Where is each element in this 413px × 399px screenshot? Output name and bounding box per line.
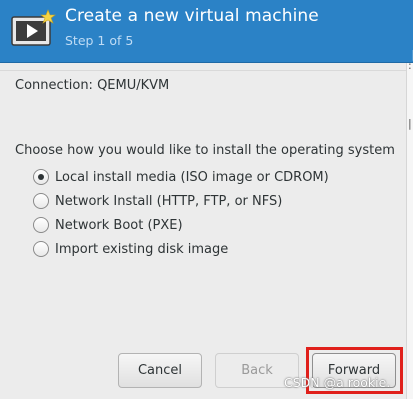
radio-label: Network Boot (PXE) [55,217,183,233]
radio-button[interactable] [33,193,49,209]
wizard-header: Create a new virtual machine Step 1 of 5… [0,0,413,63]
radio-selected-dot [38,174,44,180]
radio-label: Network Install (HTTP, FTP, or NFS) [55,193,283,209]
step-indicator: Step 1 of 5 [65,33,134,48]
connection-label: Connection: QEMU/KVM [15,78,170,93]
radio-button[interactable] [33,169,49,185]
edge-glyph: : [408,59,412,72]
radio-network-install[interactable]: Network Install (HTTP, FTP, or NFS) [33,191,282,211]
wizard-title: Create a new virtual machine [65,6,319,26]
radio-import-disk-image[interactable]: Import existing disk image [33,239,228,259]
radio-local-install-media[interactable]: Local install media (ISO image or CDROM) [33,167,329,187]
install-method-question: Choose how you would like to install the… [15,143,395,158]
watermark: CSDN @a rookie. [284,375,391,390]
radio-label: Local install media (ISO image or CDROM) [55,169,329,185]
radio-button[interactable] [33,217,49,233]
edge-glyph: | [408,117,412,130]
radio-network-boot[interactable]: Network Boot (PXE) [33,215,183,235]
radio-button[interactable] [33,241,49,257]
cancel-button[interactable]: Cancel [118,353,202,388]
header-divider [0,70,406,71]
background-window-edge: : | [406,59,413,399]
radio-label: Import existing disk image [55,241,229,257]
virtual-machine-icon [11,9,56,46]
